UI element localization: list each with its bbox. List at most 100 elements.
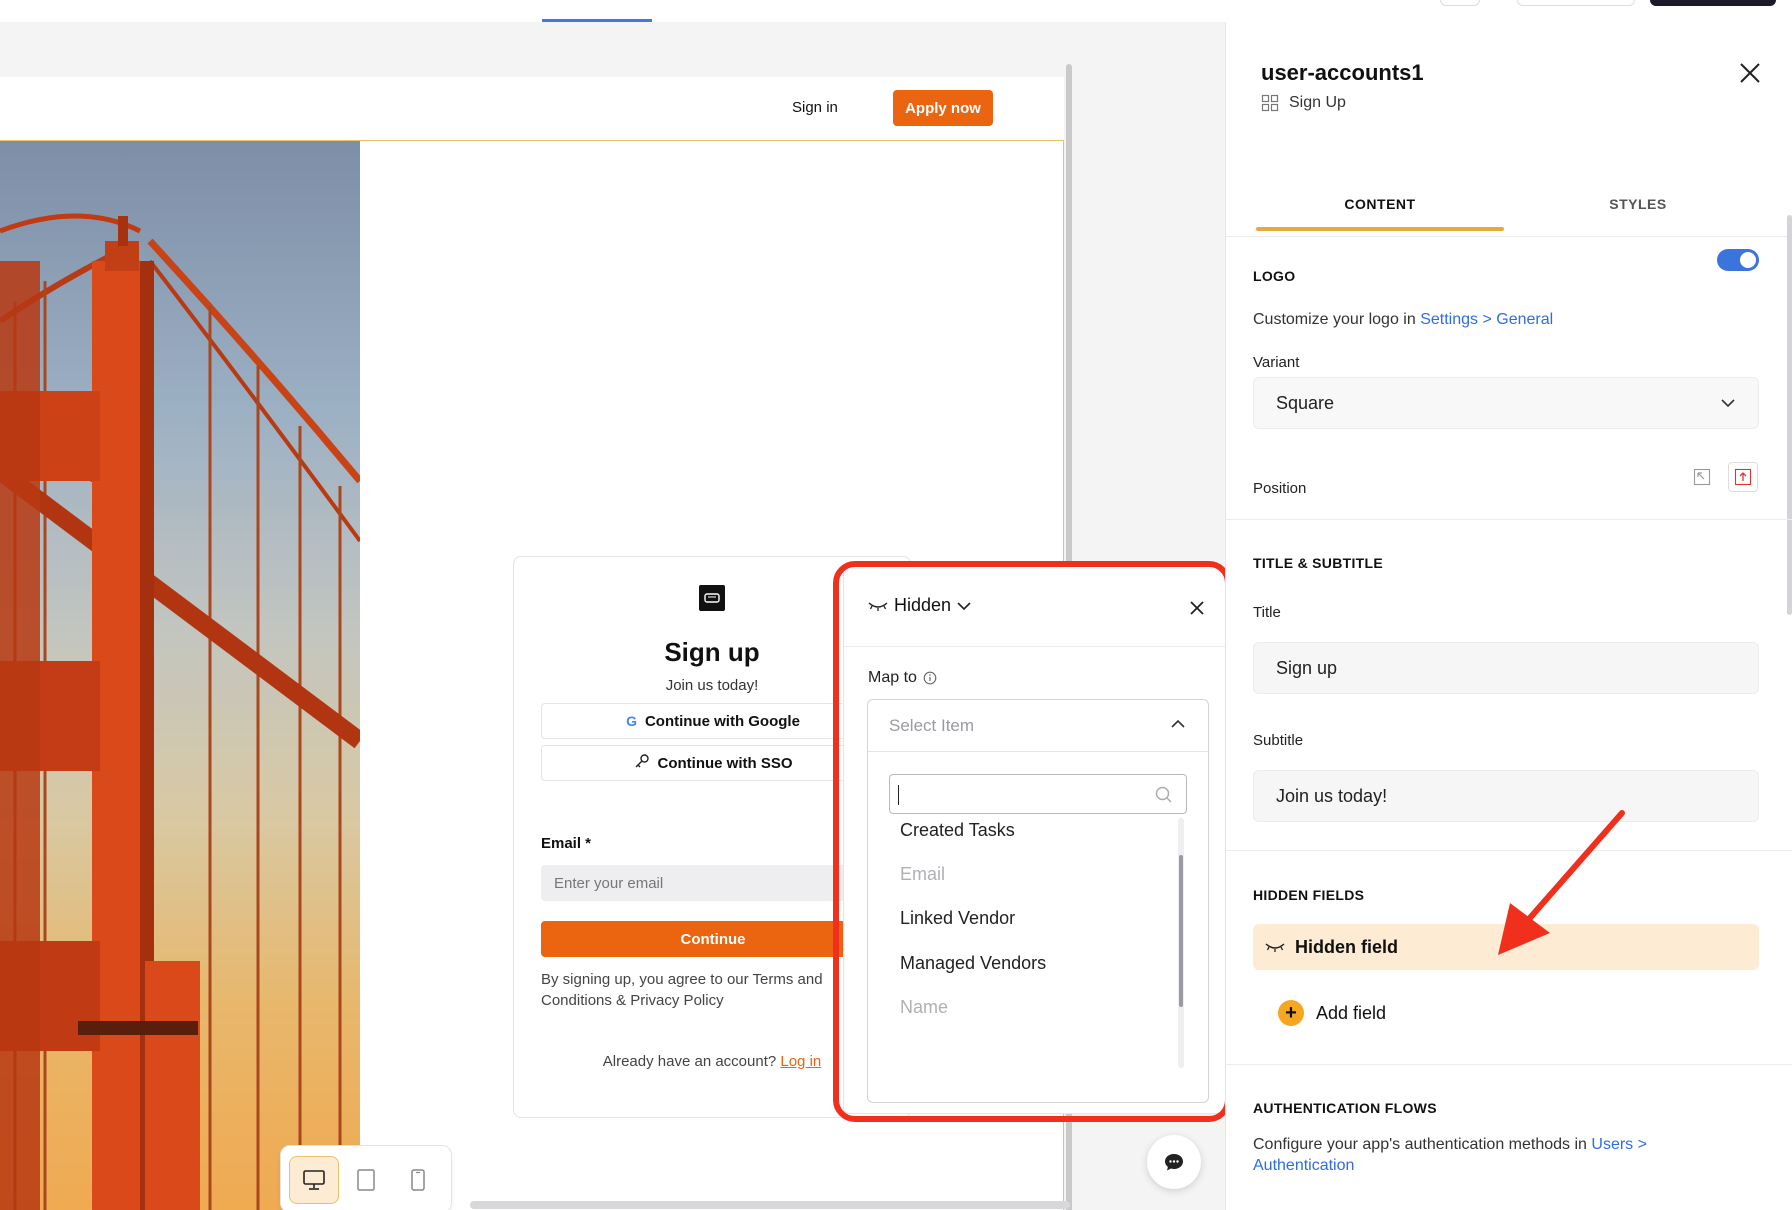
toolbar-icon-button[interactable] <box>1440 0 1480 6</box>
chevron-down-icon <box>957 601 971 610</box>
hidden-field-popup: Hidden Map to Select Item Created Tasks … <box>843 566 1227 1114</box>
app-logo <box>699 585 725 611</box>
auth-flows-description-text: Configure your app's authentication meth… <box>1253 1136 1587 1153</box>
toggle-knob <box>1740 252 1756 268</box>
toolbar-button[interactable] <box>1517 0 1635 6</box>
apply-now-button[interactable]: Apply now <box>893 90 993 126</box>
email-placeholder: Enter your email <box>554 874 664 892</box>
popup-header: Hidden <box>844 567 1226 647</box>
continue-with-sso-button[interactable]: Continue with SSO <box>541 745 885 781</box>
grid-icon <box>1261 94 1279 112</box>
panel-close-button[interactable] <box>1737 60 1763 91</box>
tab-content[interactable]: CONTENT <box>1256 192 1504 212</box>
google-icon: G <box>626 713 637 729</box>
title-subtitle-heading: TITLE & SUBTITLE <box>1253 555 1384 571</box>
select-placeholder: Select Item <box>889 716 975 735</box>
google-button-label: Continue with Google <box>644 712 800 730</box>
logo-toggle[interactable] <box>1717 249 1759 271</box>
properties-panel: user-accounts1 Sign Up CONTENT STYLES LO… <box>1225 22 1792 1210</box>
sso-button-label: Continue with SSO <box>657 754 793 772</box>
option-linked-vendor[interactable]: Linked Vendor <box>900 908 1015 929</box>
position-top-center-button[interactable] <box>1728 462 1758 492</box>
mobile-view-button[interactable] <box>393 1156 443 1204</box>
key-icon <box>634 753 650 773</box>
eye-closed-icon <box>868 601 888 611</box>
email-label: Email * <box>541 835 592 852</box>
subtitle-label: Subtitle <box>1253 732 1304 749</box>
option-created-tasks[interactable]: Created Tasks <box>900 820 1015 841</box>
chevron-up-icon <box>1171 719 1185 728</box>
title-value: Sign up <box>1276 657 1338 678</box>
auth-flows-description: Configure your app's authentication meth… <box>1253 1134 1723 1176</box>
variant-select[interactable]: Square <box>1253 377 1759 429</box>
email-input[interactable]: Enter your email <box>541 865 885 901</box>
panel-tabs: CONTENT STYLES <box>1256 172 1760 234</box>
add-field-label: Add field <box>1316 1002 1387 1023</box>
options-scrollbar[interactable] <box>1179 855 1183 1007</box>
divider <box>1226 1064 1792 1065</box>
logo-section-heading: LOGO <box>1253 268 1296 284</box>
logo-description-text: Customize your logo in <box>1253 311 1416 328</box>
select-trigger[interactable]: Select Item <box>868 700 1208 752</box>
popup-close-button[interactable] <box>1186 597 1208 619</box>
chat-icon <box>1165 1154 1183 1171</box>
tablet-view-button[interactable] <box>341 1156 391 1204</box>
title-label: Title <box>1253 604 1281 621</box>
settings-general-link[interactable]: Settings > General <box>1420 311 1553 328</box>
option-name: Name <box>900 997 949 1017</box>
login-prompt: Already have an account? <box>602 1053 777 1070</box>
map-to-label: Map to <box>868 669 917 686</box>
component-name: user-accounts1 <box>1261 60 1424 85</box>
logo-description: Customize your logo in Settings > Genera… <box>1253 311 1553 329</box>
login-link[interactable]: Log in <box>780 1053 821 1070</box>
info-icon <box>923 671 937 685</box>
desktop-view-button[interactable] <box>289 1156 339 1204</box>
subtitle-value: Join us today! <box>1276 785 1388 806</box>
add-field-button[interactable]: + Add field <box>1278 1000 1386 1026</box>
bridge-hero-image <box>0 141 360 1210</box>
active-tab-underline <box>1256 227 1504 231</box>
close-icon <box>1740 63 1760 83</box>
map-to-select: Select Item Created Tasks Email Linked V… <box>867 699 1209 1103</box>
terms-text: By signing up, you agree to our Terms an… <box>541 971 823 1009</box>
horizontal-scrollbar[interactable] <box>470 1201 1070 1209</box>
chevron-down-icon <box>1721 399 1735 408</box>
position-label: Position <box>1253 480 1307 497</box>
component-type-label: Sign Up <box>1289 94 1346 111</box>
phone-icon <box>411 1169 425 1191</box>
text-caret <box>898 785 899 805</box>
plus-icon: + <box>1278 1000 1304 1026</box>
component-type: Sign Up <box>1261 94 1346 112</box>
eye-closed-icon <box>1265 943 1285 952</box>
visibility-dropdown[interactable]: Hidden <box>868 595 971 616</box>
variant-value: Square <box>1276 392 1335 413</box>
divider <box>1226 519 1792 520</box>
panel-scrollbar[interactable] <box>1787 215 1792 615</box>
option-managed-vendors[interactable]: Managed Vendors <box>900 953 1046 974</box>
monitor-icon <box>303 1170 325 1190</box>
title-input[interactable]: Sign up <box>1253 642 1759 694</box>
align-top-left-icon <box>1693 468 1711 486</box>
variant-label: Variant <box>1253 354 1300 371</box>
continue-with-google-button[interactable]: G Continue with Google <box>541 703 885 739</box>
publish-button[interactable] <box>1650 0 1776 6</box>
option-email: Email <box>900 864 946 884</box>
visibility-label: Hidden <box>894 595 952 615</box>
site-header: Sign in Apply now <box>0 77 1064 141</box>
signin-link[interactable]: Sign in <box>792 99 838 116</box>
annotation-arrow <box>1498 810 1625 955</box>
tab-styles[interactable]: STYLES <box>1514 192 1762 212</box>
tablet-icon <box>357 1169 375 1191</box>
top-toolbar <box>0 0 1792 22</box>
select-search-input[interactable] <box>889 774 1187 814</box>
hidden-field-label: Hidden field <box>1295 936 1398 957</box>
close-icon <box>1190 601 1204 615</box>
map-to-label-row: Map to <box>868 669 937 687</box>
hidden-fields-heading: HIDDEN FIELDS <box>1253 887 1365 903</box>
chat-button[interactable] <box>1147 1135 1201 1189</box>
position-top-left-button[interactable] <box>1687 462 1717 492</box>
search-icon <box>1155 786 1172 803</box>
continue-button[interactable]: Continue <box>541 921 885 957</box>
device-preview-toolbar <box>280 1145 452 1210</box>
divider <box>1226 236 1792 237</box>
